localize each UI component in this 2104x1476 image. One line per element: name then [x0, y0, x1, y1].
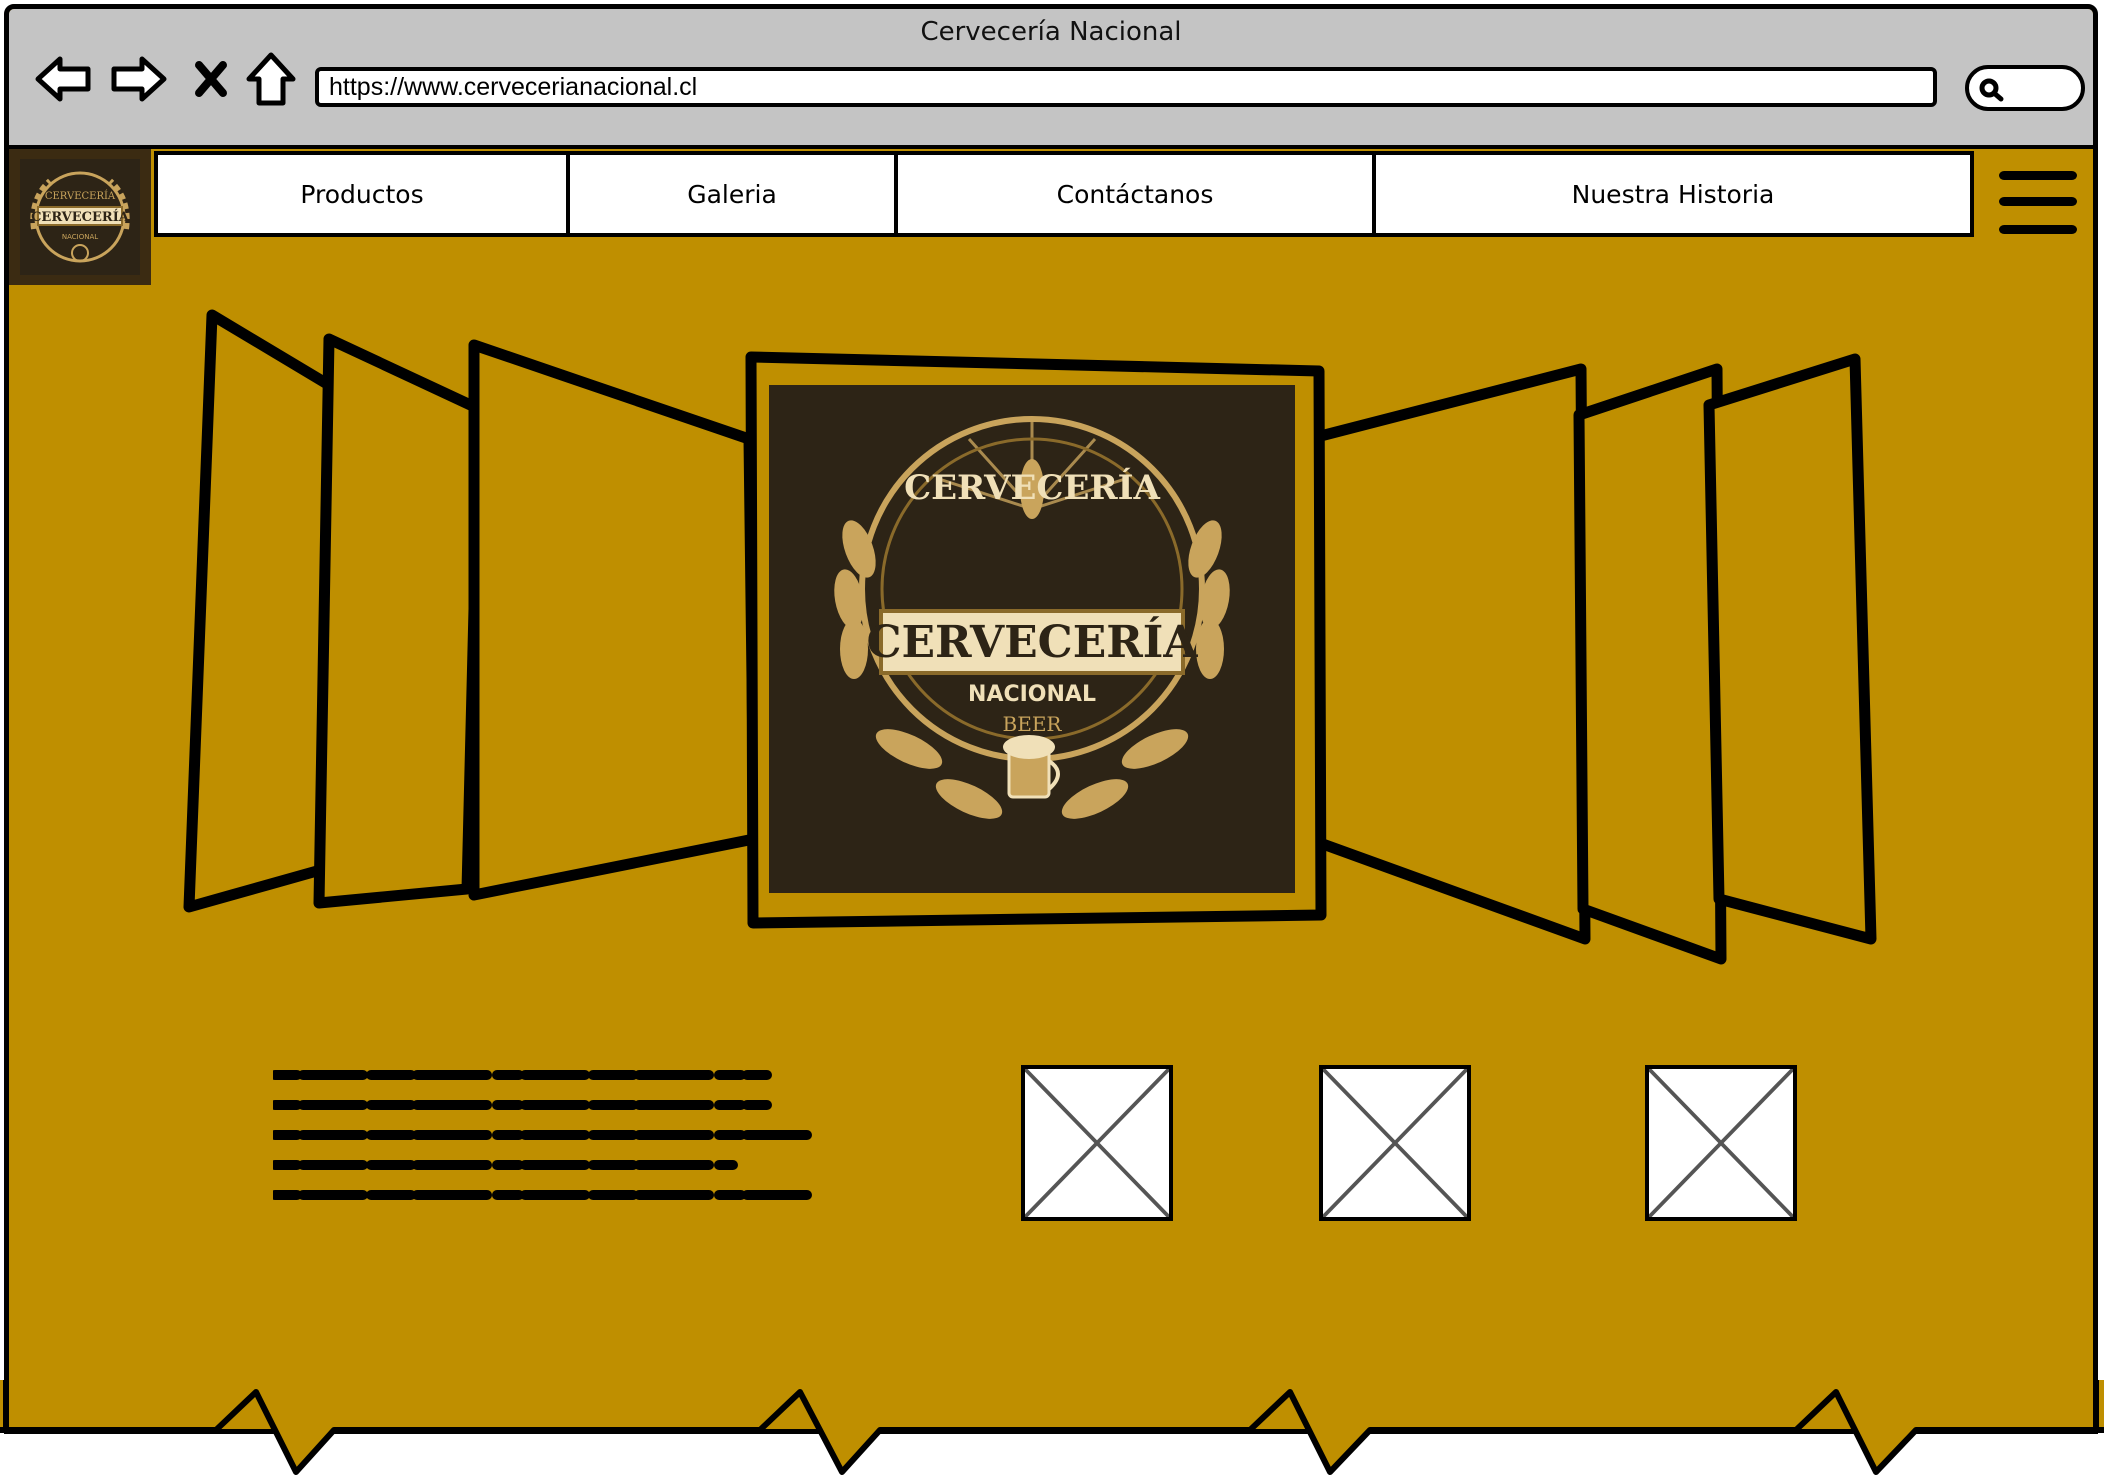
image-placeholder-icon	[1025, 1069, 1169, 1217]
torn-page-edge	[0, 1380, 2104, 1475]
close-icon	[195, 61, 227, 97]
back-button[interactable]	[33, 49, 93, 109]
placeholder-text-block	[270, 1067, 833, 1221]
forward-arrow-icon	[111, 56, 167, 102]
main-nav: Productos Galeria Contáctanos Nuestra Hi…	[154, 151, 1974, 237]
forward-button[interactable]	[109, 49, 169, 109]
search-button[interactable]	[1965, 65, 2085, 111]
browser-chrome: Cervecería Nacional	[9, 9, 2093, 149]
nav-item-productos[interactable]: Productos	[158, 155, 570, 233]
search-icon	[1979, 78, 2004, 102]
logo-subtitle-text: NACIONAL	[968, 682, 1096, 707]
back-arrow-icon	[35, 56, 91, 102]
logo-small-word: CERVECERÍA	[31, 209, 130, 225]
logo-small-arc: CERVECERÍA	[45, 190, 116, 202]
carousel-slide-left-1	[468, 339, 760, 901]
brewery-logo-image: CERVECERÍA CERVECERÍA NACIONAL	[20, 159, 140, 275]
carousel-slide-left-2	[313, 333, 485, 909]
site-logo[interactable]: CERVECERÍA CERVECERÍA NACIONAL	[9, 149, 151, 285]
browser-window: Cervecería Nacional https://www.cervecer…	[4, 4, 2098, 1434]
address-bar[interactable]	[315, 67, 1937, 107]
brewery-logo-large: CERVECERÍA CERVECERÍA NACIONAL BEER	[769, 385, 1295, 893]
logo-arc-text: CERVECERÍA	[904, 467, 1160, 508]
logo-small-sub: NACIONAL	[62, 233, 98, 241]
hamburger-menu-icon	[1999, 171, 2077, 234]
hamburger-menu-button[interactable]	[1993, 167, 2081, 247]
home-icon	[246, 52, 296, 106]
image-placeholder-3[interactable]	[1645, 1065, 1797, 1221]
window-title: Cervecería Nacional	[920, 17, 1182, 47]
image-placeholder-icon	[1323, 1069, 1467, 1217]
stop-button[interactable]	[181, 49, 241, 109]
nav-item-nuestra-historia[interactable]: Nuestra Historia	[1376, 155, 1970, 233]
image-placeholder-1[interactable]	[1021, 1065, 1173, 1221]
nav-item-galeria[interactable]: Galeria	[570, 155, 898, 233]
image-carousel[interactable]: CERVECERÍA CERVECERÍA NACIONAL BEER	[9, 299, 2098, 979]
image-placeholder-icon	[1649, 1069, 1793, 1217]
logo-banner-text: CERVECERÍA	[866, 615, 1198, 668]
scribbled-text	[270, 1070, 818, 1200]
carousel-slide-right-2	[1573, 363, 1727, 965]
home-button[interactable]	[241, 49, 301, 109]
carousel-slide-right-1	[1303, 363, 1591, 945]
nav-item-contactanos[interactable]: Contáctanos	[898, 155, 1376, 233]
carousel-slide-right-3	[1703, 353, 1877, 945]
logo-beer-text: BEER	[1003, 712, 1063, 736]
image-placeholder-2[interactable]	[1319, 1065, 1471, 1221]
